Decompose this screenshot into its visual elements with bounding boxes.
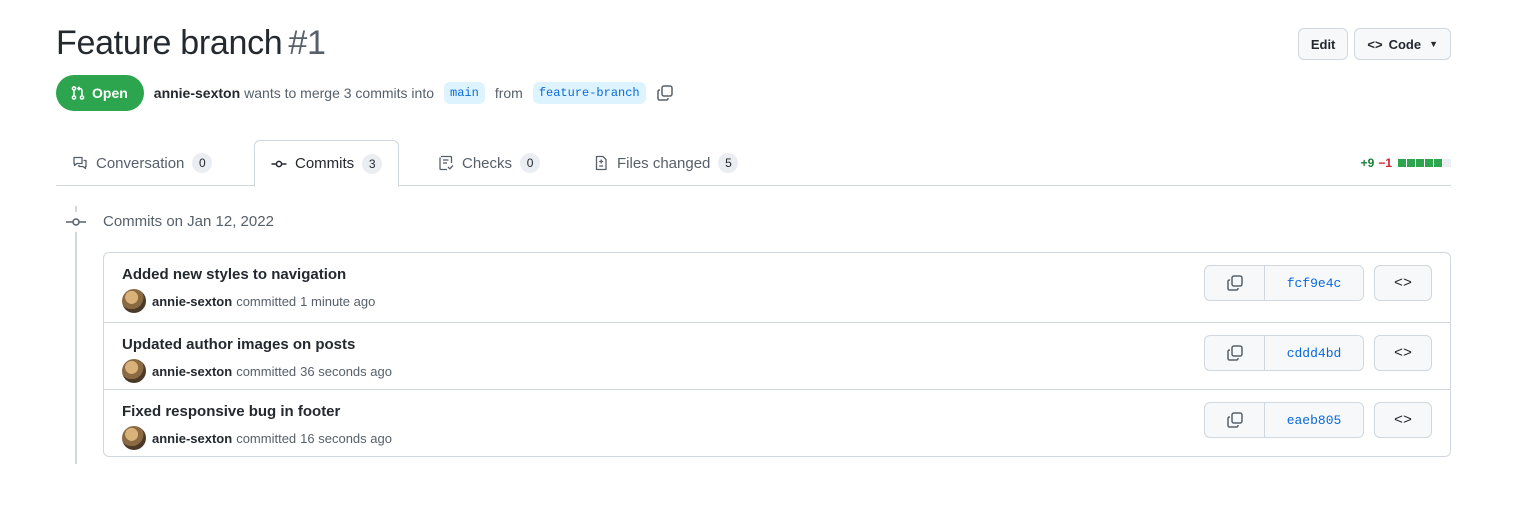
base-branch[interactable]: main <box>444 82 485 104</box>
browse-repo-button[interactable]: <> <box>1374 265 1432 301</box>
tab-label: Commits <box>295 155 355 172</box>
state-badge: Open <box>56 75 144 111</box>
tab-counter: 3 <box>362 153 383 174</box>
commit-list: Added new styles to navigation annie-sex… <box>103 252 1451 457</box>
diffstat-block <box>1443 159 1451 167</box>
comment-discussion-icon <box>73 156 87 170</box>
avatar[interactable] <box>122 289 146 313</box>
tab-label: Files changed <box>617 154 711 172</box>
commit-row: Fixed responsive bug in footer annie-sex… <box>104 389 1450 456</box>
git-commit-icon <box>64 212 88 232</box>
tab-counter: 0 <box>520 153 541 173</box>
copy-icon <box>1226 275 1243 291</box>
commit-author[interactable]: annie-sexton <box>152 431 232 446</box>
diffstat-deletions: −1 <box>1378 156 1392 170</box>
pr-title-text: Feature branch <box>56 24 283 62</box>
head-branch[interactable]: feature-branch <box>532 82 646 104</box>
commit-action: committed <box>236 293 297 309</box>
browse-repo-button[interactable]: <> <box>1374 335 1432 371</box>
diffstat: +9 −1 <box>1361 156 1451 170</box>
commit-meta: annie-sexton committed 1 minute ago <box>122 289 375 313</box>
tab-label: Conversation <box>96 154 185 172</box>
state-label: Open <box>92 85 128 101</box>
copy-sha-button[interactable] <box>1205 266 1265 300</box>
pr-meta: Open annie-sexton wants to merge 3 commi… <box>56 75 674 111</box>
commit-actions: fcf9e4c <> <box>1204 265 1432 301</box>
code-icon: <> <box>1393 411 1412 429</box>
caret-down-icon: ▼ <box>1429 39 1438 49</box>
code-button-label: Code <box>1388 36 1422 52</box>
sha-button-group: cddd4bd <box>1204 335 1364 371</box>
diffstat-block <box>1434 159 1442 167</box>
commit-author[interactable]: annie-sexton <box>152 294 232 309</box>
code-button[interactable]: <> Code ▼ <box>1354 28 1451 60</box>
tab-checks[interactable]: Checks 0 <box>422 140 556 186</box>
tab-counter: 5 <box>718 153 739 173</box>
pr-number: #1 <box>288 24 326 62</box>
copy-sha-button[interactable] <box>1205 403 1265 437</box>
copy-icon[interactable] <box>656 84 674 102</box>
edit-button[interactable]: Edit <box>1297 28 1349 60</box>
commit-message-link[interactable]: Updated author images on posts <box>122 336 355 353</box>
copy-icon <box>1226 412 1243 428</box>
from-text: from <box>494 85 523 101</box>
checklist-icon <box>439 155 454 171</box>
commit-sha-link[interactable]: eaeb805 <box>1265 403 1363 437</box>
git-commit-icon <box>271 160 287 167</box>
diffstat-block <box>1398 159 1406 167</box>
timeline-line <box>75 206 77 464</box>
commit-sha-link[interactable]: fcf9e4c <box>1265 266 1363 300</box>
pr-author-link[interactable]: annie-sexton <box>154 85 240 101</box>
avatar[interactable] <box>122 426 146 450</box>
diffstat-block <box>1407 159 1415 167</box>
avatar[interactable] <box>122 359 146 383</box>
tab-counter: 0 <box>192 153 213 173</box>
commit-sha-link[interactable]: cddd4bd <box>1265 336 1363 370</box>
commit-row: Added new styles to navigation annie-sex… <box>104 253 1450 322</box>
commit-meta: annie-sexton committed 16 seconds ago <box>122 426 392 450</box>
commit-actions: eaeb805 <> <box>1204 402 1432 438</box>
diffstat-additions: +9 <box>1360 156 1375 170</box>
commit-message-link[interactable]: Added new styles to navigation <box>122 266 346 283</box>
code-icon: <> <box>1393 274 1412 292</box>
pr-title: Feature branch #1 <box>56 24 326 63</box>
pr-tabs: Conversation 0 Commits 3 Checks 0 Files … <box>56 140 1451 187</box>
file-diff-icon <box>595 155 607 171</box>
commit-time: 1 minute ago <box>300 293 376 309</box>
diffstat-block <box>1425 159 1433 167</box>
commit-actions: cddd4bd <> <box>1204 335 1432 371</box>
commit-row: Updated author images on posts annie-sex… <box>104 322 1450 389</box>
commit-message-link[interactable]: Fixed responsive bug in footer <box>122 403 340 420</box>
code-icon: <> <box>1367 36 1383 52</box>
commit-meta: annie-sexton committed 36 seconds ago <box>122 359 392 383</box>
commit-action: committed <box>236 363 297 379</box>
git-pull-request-icon <box>71 86 85 100</box>
tab-files-changed[interactable]: Files changed 5 <box>577 140 754 186</box>
commits-date-heading: Commits on Jan 12, 2022 <box>103 213 274 230</box>
copy-icon <box>1226 345 1243 361</box>
code-icon: <> <box>1393 344 1412 362</box>
diffstat-block <box>1416 159 1424 167</box>
commit-time: 16 seconds ago <box>300 430 392 446</box>
commit-author[interactable]: annie-sexton <box>152 364 232 379</box>
tab-label: Checks <box>462 154 513 172</box>
commit-time: 36 seconds ago <box>300 363 392 379</box>
header-actions: Edit <> Code ▼ <box>1297 28 1451 60</box>
sha-button-group: eaeb805 <box>1204 402 1364 438</box>
tab-conversation[interactable]: Conversation 0 <box>56 140 228 186</box>
copy-sha-button[interactable] <box>1205 336 1265 370</box>
diffstat-bar <box>1398 159 1451 167</box>
commit-action: committed <box>236 430 297 446</box>
sha-button-group: fcf9e4c <box>1204 265 1364 301</box>
merge-text: wants to merge 3 commits into <box>244 85 434 101</box>
tab-commits[interactable]: Commits 3 <box>254 140 400 187</box>
browse-repo-button[interactable]: <> <box>1374 402 1432 438</box>
